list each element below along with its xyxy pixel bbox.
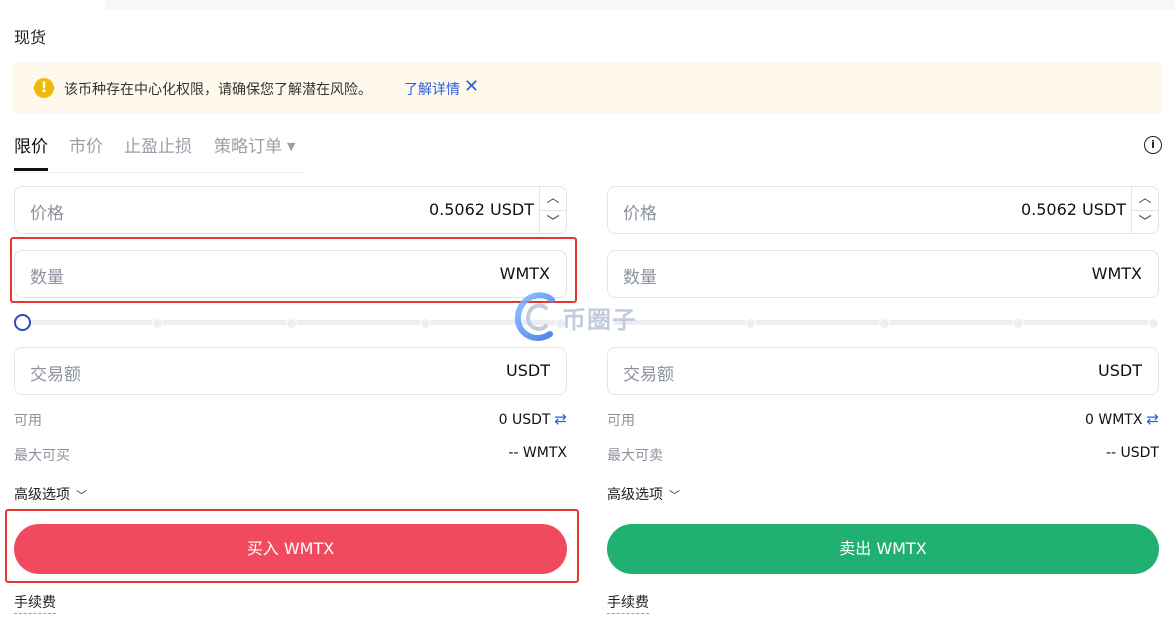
watermark-icon [514, 292, 555, 341]
risk-notice: ! 该币种存在中心化权限，请确保您了解潜在风险。 了解详情 ✕ [12, 62, 1163, 114]
sell-max-label: 最大可卖 [607, 448, 663, 464]
buy-amount-input[interactable]: 数量 WMTX [14, 250, 567, 298]
sell-amount-input[interactable]: 数量 WMTX [607, 250, 1159, 298]
sell-price-label: 价格 [623, 204, 657, 224]
buy-button[interactable]: 买入 WMTX [14, 524, 567, 574]
slider-mark-75[interactable] [420, 318, 431, 329]
sell-available-value: 0 WMTX [1085, 412, 1143, 428]
tab-strategy[interactable]: 策略订单 ▼ [214, 132, 295, 157]
sell-button[interactable]: 卖出 WMTX [607, 524, 1159, 574]
sell-advanced-options[interactable]: 高级选项 ﹀ [607, 484, 680, 504]
chevron-up-icon[interactable]: ︿ [540, 187, 566, 211]
notice-message: 该币种存在中心化权限，请确保您了解潜在风险。 [64, 82, 372, 98]
slider-mark-25[interactable] [745, 318, 756, 329]
buy-available-label: 可用 [14, 413, 42, 429]
sell-price-input[interactable]: 价格 0.5062 USDT ︿ ﹀ [607, 186, 1159, 234]
sell-available-row: 0 WMTX ⇄ [1085, 410, 1159, 428]
buy-amount-unit: WMTX [499, 264, 550, 283]
transfer-icon[interactable]: ⇄ [554, 410, 567, 428]
sell-advanced-label: 高级选项 [607, 487, 663, 503]
buy-available-row: 0 USDT ⇄ [499, 410, 567, 428]
top-tab-strip [0, 0, 1175, 10]
sell-available-label: 可用 [607, 413, 635, 429]
learn-more-link[interactable]: 了解详情 [404, 79, 460, 99]
info-icon[interactable]: i [1144, 136, 1162, 154]
buy-max-value: -- WMTX [508, 445, 567, 461]
chevron-up-icon[interactable]: ︿ [1132, 187, 1158, 211]
sell-amount-label: 数量 [623, 268, 657, 288]
slider-mark-25[interactable] [152, 318, 163, 329]
tab-limit[interactable]: 限价 [14, 132, 48, 171]
tab-market[interactable]: 市价 [69, 132, 103, 157]
tab-tpsl[interactable]: 止盈止损 [124, 132, 192, 157]
tab-strategy-label: 策略订单 [214, 137, 282, 157]
sell-total-label: 交易额 [623, 365, 674, 385]
buy-fee-label[interactable]: 手续费 [14, 592, 56, 614]
buy-advanced-options[interactable]: 高级选项 ﹀ [14, 484, 87, 504]
buy-amount-slider[interactable] [14, 313, 569, 333]
buy-total-unit: USDT [506, 361, 550, 380]
watermark-text: 币圈子 [562, 306, 637, 334]
sell-amount-slider[interactable] [607, 313, 1162, 333]
slider-mark-50[interactable] [879, 318, 890, 329]
buy-available-value: 0 USDT [498, 412, 551, 428]
buy-price-input[interactable]: 价格 0.5062 USDT ︿ ﹀ [14, 186, 567, 234]
chevron-down-icon: ﹀ [76, 489, 87, 502]
close-icon[interactable]: ✕ [464, 76, 479, 97]
order-type-tabs: 限价 市价 止盈止损 策略订单 ▼ [14, 132, 306, 173]
buy-total-input[interactable]: 交易额 USDT [14, 347, 567, 395]
sell-total-unit: USDT [1098, 361, 1142, 380]
slider-handle[interactable] [14, 314, 31, 331]
warning-icon: ! [34, 78, 54, 98]
sell-price-value: 0.5062 USDT [1020, 200, 1126, 219]
chevron-down-icon[interactable]: ﹀ [1132, 211, 1158, 234]
sell-total-input[interactable]: 交易额 USDT [607, 347, 1159, 395]
watermark-logo: 币圈子 [512, 288, 662, 344]
buy-max-label: 最大可买 [14, 448, 70, 464]
buy-advanced-label: 高级选项 [14, 487, 70, 503]
slider-mark-75[interactable] [1013, 318, 1024, 329]
sell-amount-unit: WMTX [1091, 264, 1142, 283]
buy-amount-label: 数量 [30, 268, 64, 288]
slider-mark-50[interactable] [286, 318, 297, 329]
transfer-icon[interactable]: ⇄ [1146, 410, 1159, 428]
sell-price-stepper[interactable]: ︿ ﹀ [1131, 187, 1158, 233]
section-title: 现货 [14, 28, 47, 47]
chevron-down-icon: ﹀ [669, 489, 680, 502]
buy-price-value: 0.5062 USDT [428, 200, 534, 219]
sell-fee-label[interactable]: 手续费 [607, 592, 649, 614]
sell-max-value: -- USDT [1105, 445, 1159, 461]
buy-total-label: 交易额 [30, 365, 81, 385]
caret-down-icon: ▼ [287, 140, 296, 153]
buy-price-stepper[interactable]: ︿ ﹀ [539, 187, 566, 233]
slider-mark-100[interactable] [1148, 318, 1159, 329]
chevron-down-icon[interactable]: ﹀ [540, 211, 566, 234]
buy-price-label: 价格 [30, 204, 64, 224]
